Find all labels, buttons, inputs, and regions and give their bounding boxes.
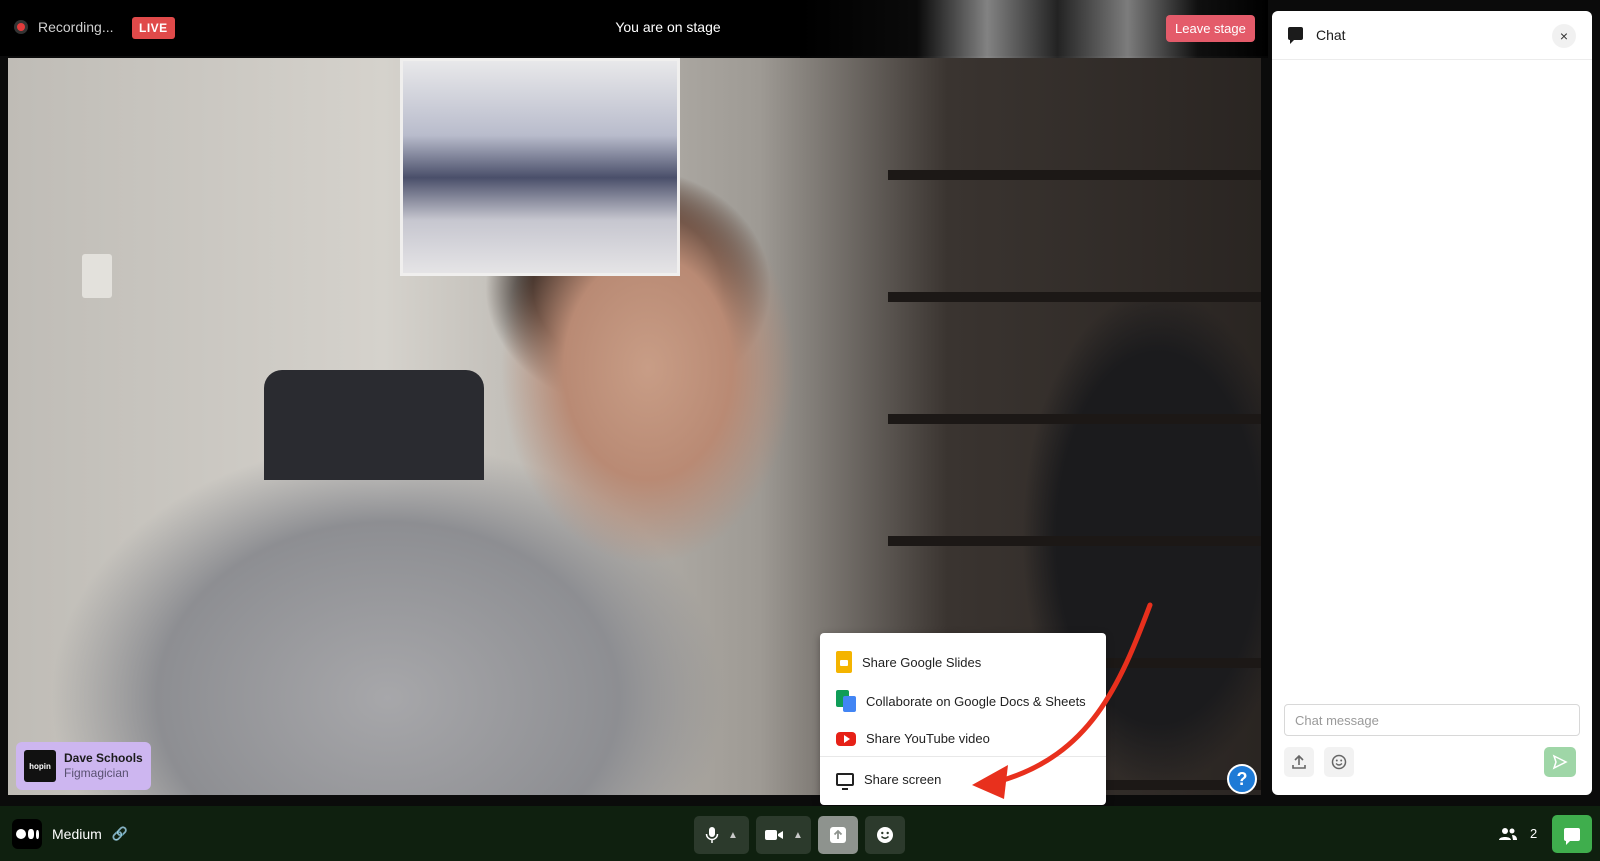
monitor-icon [836,773,854,790]
chevron-up-icon[interactable]: ▲ [793,830,803,841]
room-name: Medium [52,826,102,842]
google-docs-sheets-icon [836,690,856,712]
annotation-arrow [972,602,1153,799]
stage-topbar: Recording... LIVE You are on stage Leave… [0,0,1268,58]
chat-title: Chat [1316,27,1346,43]
attendee-count[interactable]: 2 [1498,826,1537,841]
attendee-count-value: 2 [1530,826,1538,841]
chat-bubble-icon [1288,27,1303,44]
microphone-icon [705,827,719,843]
close-chat-button[interactable]: × [1552,24,1576,48]
emoji-icon[interactable] [1324,747,1354,777]
speaker-name: Dave Schools [64,751,143,765]
chat-toggle-button[interactable] [1552,815,1592,853]
google-slides-icon [836,651,852,673]
video-chair [264,370,484,480]
chat-bubble-icon [1564,827,1580,845]
recording-indicator: Recording... [14,19,113,35]
hopin-logo: hopin [24,750,56,782]
speaker-role: Figmagician [64,766,129,780]
menu-item-label: Share screen [864,772,942,787]
menu-item-share-screen[interactable]: Share screen [836,772,942,790]
recording-label: Recording... [38,19,114,35]
chevron-up-icon[interactable]: ▲ [728,830,738,841]
smiley-icon [877,827,893,843]
video-light-switch [82,254,112,298]
send-message-button[interactable] [1544,747,1576,777]
record-dot-icon [14,20,28,34]
room-info: Medium 🔗 [12,819,128,849]
share-upload-icon [830,827,846,843]
chat-header: Chat × [1272,11,1592,60]
chat-panel: Chat × [1272,11,1592,795]
stage-status-title: You are on stage [615,19,721,35]
speaker-namecard: hopin Dave Schools Figmagician [16,742,151,790]
camera-button[interactable]: ▲ [756,816,811,854]
bottom-controls-bar: Medium 🔗 ▲ ▲ 2 [0,806,1600,861]
upload-icon[interactable] [1284,747,1314,777]
microphone-button[interactable]: ▲ [694,816,749,854]
help-button[interactable]: ? [1227,764,1257,794]
medium-logo [12,819,42,849]
share-button[interactable] [818,816,858,854]
youtube-icon [836,731,856,746]
leave-stage-button[interactable]: Leave stage [1166,15,1255,42]
reactions-button[interactable] [865,816,905,854]
video-camera-icon [765,830,784,840]
copy-link-icon[interactable]: 🔗 [112,826,128,842]
live-badge: LIVE [132,17,175,39]
video-painting [400,58,680,276]
chat-message-input[interactable] [1284,704,1580,736]
people-icon [1499,827,1517,840]
